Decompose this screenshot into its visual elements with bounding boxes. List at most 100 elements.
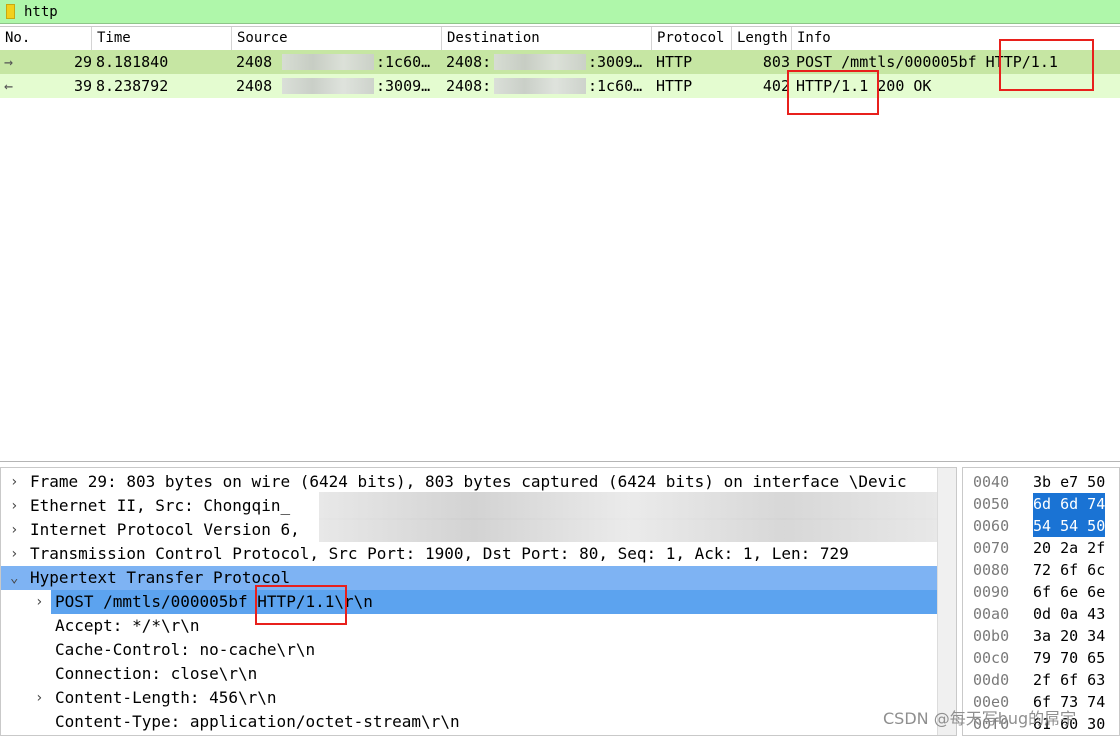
tree-item-label: POST /mmtls/000005bf HTTP/1.1\r\n bbox=[55, 592, 373, 611]
chevron-right-icon[interactable]: › bbox=[35, 686, 43, 710]
bytes-hex: 72 6f 6c bbox=[1033, 561, 1106, 579]
display-filter-bar bbox=[0, 0, 1120, 24]
tree-item-accept[interactable]: Accept: */*\r\n bbox=[1, 614, 937, 638]
column-header-time[interactable]: Time bbox=[92, 27, 232, 50]
bytes-row[interactable]: 00b0 3a 20 34 bbox=[963, 625, 1119, 647]
bytes-hex: 79 70 65 bbox=[1033, 649, 1106, 667]
packet-protocol: HTTP bbox=[656, 77, 693, 95]
bytes-row[interactable]: 0070 20 2a 2f bbox=[963, 537, 1119, 559]
packet-list-header: No. Time Source Destination Protocol Len… bbox=[0, 27, 1120, 51]
bookmark-icon[interactable] bbox=[6, 4, 15, 19]
packet-list: No. Time Source Destination Protocol Len… bbox=[0, 26, 1120, 462]
bytes-hex: 3a 20 34 bbox=[1033, 627, 1106, 645]
redacted-blur bbox=[282, 74, 374, 98]
bytes-offset: 0040 bbox=[973, 473, 1010, 491]
tree-item-label: Content-Length: 456\r\n bbox=[55, 688, 277, 707]
bytes-offset: 00c0 bbox=[973, 649, 1010, 667]
chevron-down-icon[interactable]: ⌄ bbox=[10, 566, 18, 590]
details-scrollbar[interactable] bbox=[937, 468, 956, 735]
redacted-blur bbox=[319, 518, 939, 542]
tree-item-label: Accept: */*\r\n bbox=[55, 616, 200, 635]
tree-item-content-length[interactable]: › Content-Length: 456\r\n bbox=[1, 686, 937, 710]
packet-time: 8.181840 bbox=[96, 53, 169, 71]
column-header-no[interactable]: No. bbox=[0, 27, 92, 50]
tree-item-label: Transmission Control Protocol, Src Port:… bbox=[30, 544, 849, 563]
bytes-row[interactable]: 00d0 2f 6f 63 bbox=[963, 669, 1119, 691]
redacted-blur bbox=[319, 492, 939, 520]
chevron-right-icon[interactable]: › bbox=[10, 542, 18, 566]
tree-item-content-type[interactable]: Content-Type: application/octet-stream\r… bbox=[1, 710, 937, 734]
packet-destination-prefix: 2408: bbox=[446, 77, 492, 95]
redacted-blur bbox=[494, 50, 586, 74]
chevron-right-icon[interactable]: › bbox=[10, 470, 18, 494]
request-arrow-icon: → bbox=[4, 53, 14, 71]
packet-info: POST /mmtls/000005bf HTTP/1.1 bbox=[796, 53, 1058, 71]
bytes-offset: 00a0 bbox=[973, 605, 1010, 623]
packet-row[interactable]: → 29 8.181840 2408 :1c60… 2408: :3009… H… bbox=[0, 50, 1120, 74]
packet-source-suffix: :1c60… bbox=[376, 53, 431, 71]
tree-item-label: Frame 29: 803 bytes on wire (6424 bits),… bbox=[30, 472, 907, 491]
redacted-blur bbox=[282, 50, 374, 74]
packet-length: 402 bbox=[762, 77, 790, 95]
response-arrow-icon: ← bbox=[4, 77, 14, 95]
bytes-row[interactable]: 0060 54 54 50 bbox=[963, 515, 1119, 537]
bytes-offset: 0090 bbox=[973, 583, 1010, 601]
column-header-source[interactable]: Source bbox=[232, 27, 442, 50]
tree-item-label: Hypertext Transfer Protocol bbox=[30, 568, 291, 587]
tree-item-tcp[interactable]: › Transmission Control Protocol, Src Por… bbox=[1, 542, 937, 566]
chevron-right-icon[interactable]: › bbox=[10, 494, 18, 518]
packet-protocol: HTTP bbox=[656, 53, 693, 71]
column-header-destination[interactable]: Destination bbox=[442, 27, 652, 50]
packet-info: HTTP/1.1 200 OK bbox=[796, 77, 932, 95]
redacted-blur bbox=[494, 74, 586, 98]
watermark: CSDN @每天写bug的屌宇 bbox=[883, 709, 1077, 728]
packet-length: 803 bbox=[762, 53, 790, 71]
tree-item-frame[interactable]: › Frame 29: 803 bytes on wire (6424 bits… bbox=[1, 470, 937, 494]
packet-source-suffix: :3009… bbox=[376, 77, 431, 95]
packet-source-prefix: 2408 bbox=[236, 53, 273, 71]
bytes-row[interactable]: 0090 6f 6e 6e bbox=[963, 581, 1119, 603]
bytes-offset: 00b0 bbox=[973, 627, 1010, 645]
tree-item-request-line[interactable]: › POST /mmtls/000005bf HTTP/1.1\r\n bbox=[35, 590, 937, 614]
bytes-offset: 0060 bbox=[973, 517, 1010, 535]
tree-item-label: Cache-Control: no-cache\r\n bbox=[55, 640, 316, 659]
tree-item-label: Connection: close\r\n bbox=[55, 664, 258, 683]
packet-details-pane: › Frame 29: 803 bytes on wire (6424 bits… bbox=[0, 467, 957, 736]
packet-no: 39 bbox=[73, 77, 92, 95]
packet-time: 8.238792 bbox=[96, 77, 169, 95]
bytes-hex: 2f 6f 63 bbox=[1033, 671, 1106, 689]
column-header-info[interactable]: Info bbox=[792, 27, 1120, 50]
packet-destination-suffix: :3009… bbox=[588, 53, 643, 71]
bytes-offset: 00d0 bbox=[973, 671, 1010, 689]
tree-item-label: Content-Type: application/octet-stream\r… bbox=[55, 712, 460, 731]
packet-source-prefix: 2408 bbox=[236, 77, 273, 95]
bytes-offset: 0070 bbox=[973, 539, 1010, 557]
packet-bytes-pane: 0040 3b e7 50 0050 6d 6d 74 0060 54 54 5… bbox=[962, 467, 1120, 736]
packet-destination-prefix: 2408: bbox=[446, 53, 492, 71]
bytes-hex: 0d 0a 43 bbox=[1033, 605, 1106, 623]
tree-item-http[interactable]: ⌄ Hypertext Transfer Protocol bbox=[1, 566, 937, 590]
bytes-hex: 54 54 50 bbox=[1033, 515, 1106, 537]
bytes-hex: 20 2a 2f bbox=[1033, 539, 1106, 557]
bytes-row[interactable]: 00c0 79 70 65 bbox=[963, 647, 1119, 669]
column-header-length[interactable]: Length bbox=[732, 27, 792, 50]
chevron-right-icon[interactable]: › bbox=[35, 590, 43, 614]
bytes-row[interactable]: 0080 72 6f 6c bbox=[963, 559, 1119, 581]
bytes-offset: 0080 bbox=[973, 561, 1010, 579]
display-filter-input[interactable] bbox=[20, 2, 1120, 22]
tree-item-cache-control[interactable]: Cache-Control: no-cache\r\n bbox=[1, 638, 937, 662]
bytes-row[interactable]: 0040 3b e7 50 bbox=[963, 471, 1119, 493]
packet-no: 29 bbox=[73, 53, 92, 71]
bytes-hex: 6f 6e 6e bbox=[1033, 583, 1106, 601]
tree-item-label: Ethernet II, Src: Chongqin_ bbox=[30, 496, 291, 515]
tree-item-label: Internet Protocol Version 6, bbox=[30, 520, 300, 539]
tree-item-connection[interactable]: Connection: close\r\n bbox=[1, 662, 937, 686]
bytes-hex: 3b e7 50 bbox=[1033, 473, 1106, 491]
packet-destination-suffix: :1c60… bbox=[588, 77, 643, 95]
packet-row[interactable]: ← 39 8.238792 2408 :3009… 2408: :1c60… H… bbox=[0, 74, 1120, 98]
bytes-row[interactable]: 0050 6d 6d 74 bbox=[963, 493, 1119, 515]
bytes-hex: 6d 6d 74 bbox=[1033, 493, 1106, 515]
chevron-right-icon[interactable]: › bbox=[10, 518, 18, 542]
column-header-protocol[interactable]: Protocol bbox=[652, 27, 732, 50]
bytes-row[interactable]: 00a0 0d 0a 43 bbox=[963, 603, 1119, 625]
